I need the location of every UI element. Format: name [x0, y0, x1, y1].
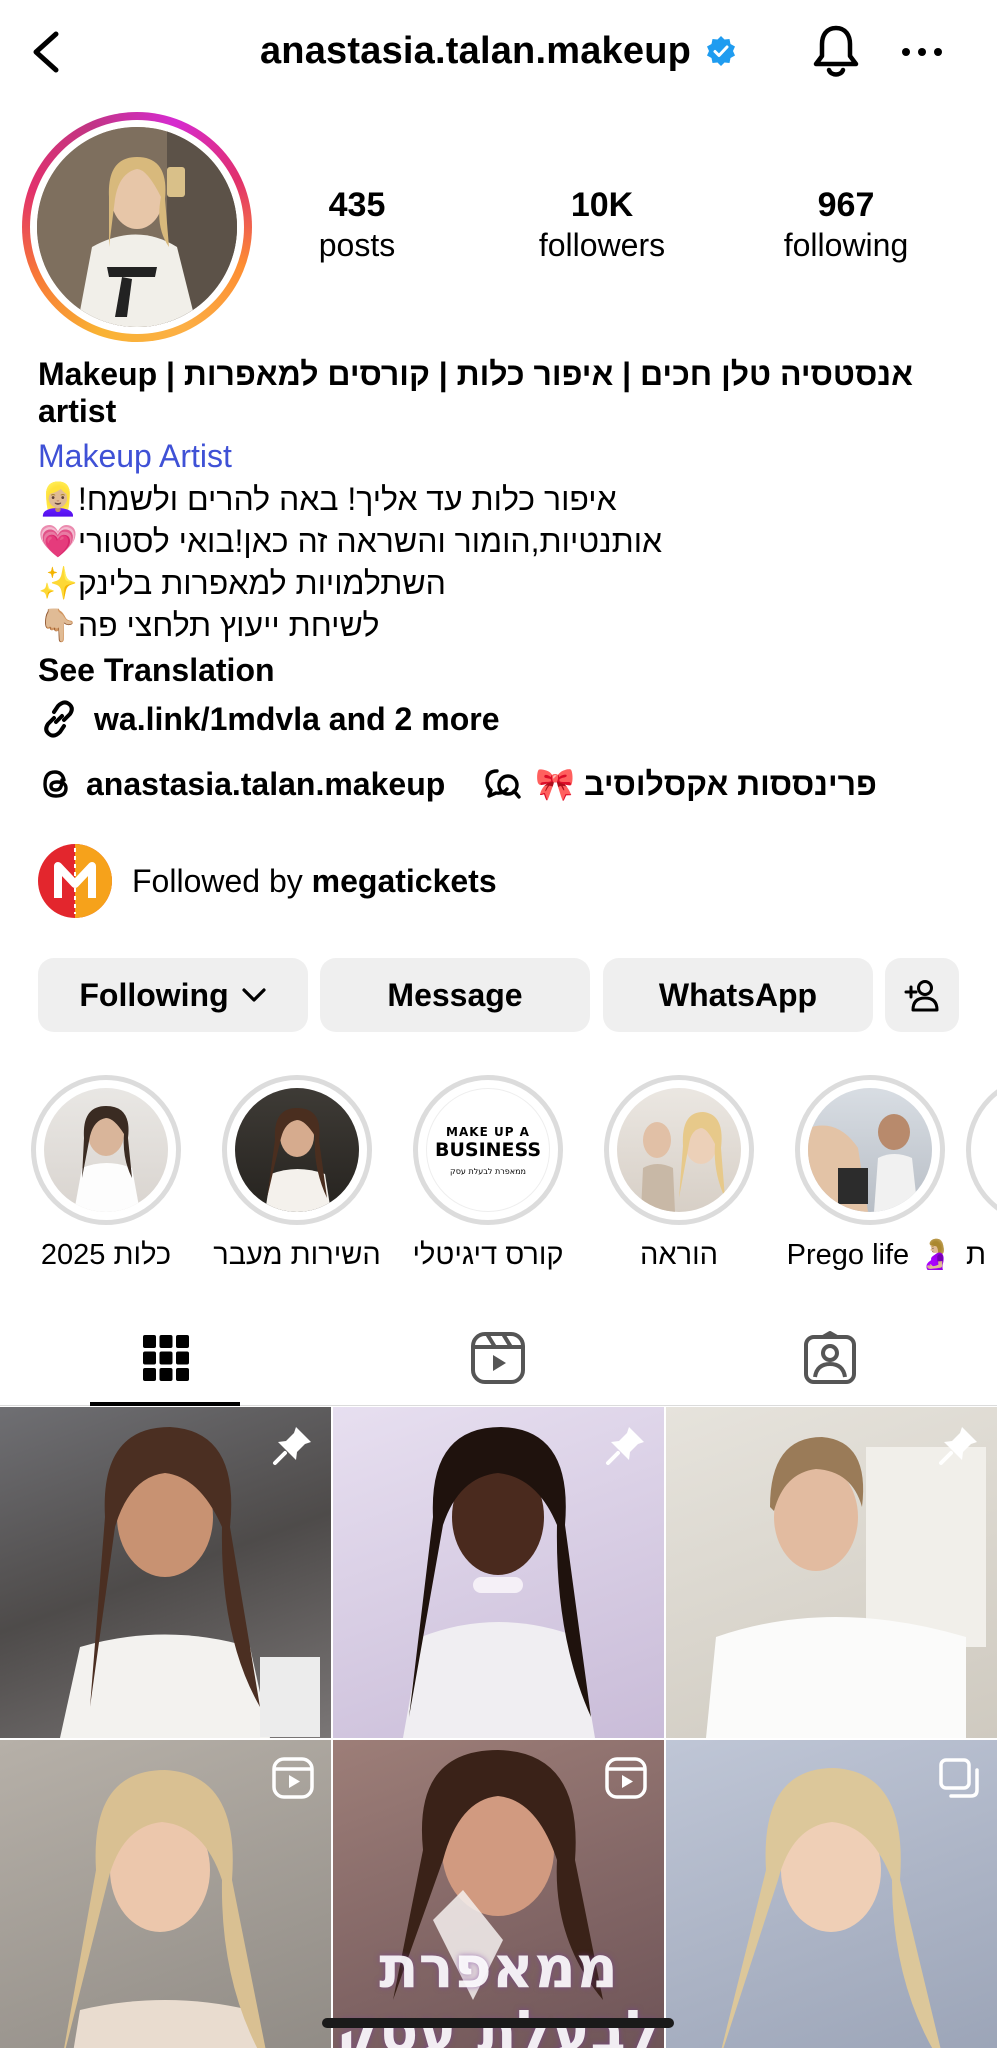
home-indicator — [322, 2018, 674, 2028]
post-thumbnail[interactable] — [0, 1740, 331, 2048]
whatsapp-button[interactable]: WhatsApp — [603, 958, 873, 1032]
following-stat[interactable]: 967 following — [746, 185, 946, 265]
tab-reels[interactable] — [332, 1310, 664, 1406]
following-button[interactable]: Following — [38, 958, 308, 1032]
tab-posts-grid[interactable] — [0, 1310, 332, 1406]
highlight-cover — [604, 1075, 754, 1225]
followers-stat[interactable]: 10K followers — [502, 185, 702, 265]
post-thumbnail[interactable] — [333, 1407, 664, 1738]
followers-count: 10K — [570, 186, 634, 224]
bio-line: איפור כלות עד אליך! באה להרים ולשמח!👱🏼‍♀… — [38, 481, 617, 517]
profile-name: אנסטסיה טלן חכים | איפור כלות | קורסים ל… — [38, 356, 913, 392]
story-highlight[interactable]: כלות 2025 — [11, 1075, 201, 1275]
highlight-cover — [222, 1075, 372, 1225]
following-button-label: Following — [79, 976, 229, 1013]
profile-content-tabs — [0, 1310, 997, 1406]
highlight-label: כלות 2025 — [40, 1239, 172, 1271]
message-button-label: Message — [387, 976, 523, 1013]
highlight-image — [808, 1114, 918, 1212]
business-logo-line3: ממאפרת לבעלת עסק — [450, 1167, 526, 1176]
bio-link[interactable]: wa.link/1mdvla and 2 more — [38, 696, 958, 742]
profile-bio: אנסטסיה טלן חכים | איפור כלות | קורסים ל… — [38, 356, 958, 742]
suggested-users-button[interactable] — [885, 958, 959, 1032]
pinned-icon — [273, 1427, 311, 1465]
link-text: wa.link/1mdvla and 2 more — [94, 700, 500, 737]
add-person-icon — [904, 980, 939, 1012]
threads-handle[interactable]: anastasia.talan.makeup — [86, 766, 445, 803]
story-highlight[interactable]: Prego life 🤰🏼 — [775, 1075, 965, 1275]
profile-category: Makeup Artist — [38, 438, 232, 474]
active-tab-indicator — [90, 1402, 240, 1406]
followed-by-prefix: Followed by — [132, 862, 303, 899]
profile-avatar[interactable] — [37, 127, 237, 327]
highlight-label: הוראה — [640, 1239, 718, 1271]
pinned-icon — [939, 1427, 977, 1465]
chevron-down-icon — [242, 988, 266, 1002]
highlight-image — [74, 1106, 140, 1212]
more-options-icon[interactable] — [896, 28, 948, 76]
highlight-cover — [31, 1075, 181, 1225]
notification-bell-icon[interactable] — [808, 22, 864, 80]
megatickets-avatar — [38, 844, 112, 918]
highlight-label: Prego life 🤰🏼 — [786, 1239, 954, 1271]
threads-and-community-row: anastasia.talan.makeup פרינססות אקסלוסיב… — [38, 760, 877, 808]
following-label: following — [783, 227, 909, 263]
post-thumbnail[interactable] — [666, 1740, 997, 2048]
story-highlight[interactable]: השירות מעבר — [202, 1075, 392, 1275]
story-highlight[interactable]: MAKE UP A BUSINESS ממאפרת לבעלת עסק קורס… — [393, 1075, 583, 1275]
followed-by-user: megatickets — [311, 862, 497, 899]
highlight-label: קורס דיגיטלי — [412, 1239, 564, 1271]
post-thumbnail[interactable]: ממאפרת לבעלת עסק — [333, 1740, 664, 2048]
story-highlight-partial[interactable]: ת — [966, 1075, 997, 1275]
highlight-label: השירות מעבר — [213, 1239, 381, 1271]
whatsapp-button-label: WhatsApp — [658, 976, 818, 1013]
overlay-line1: ממאפרת — [379, 1933, 618, 2001]
highlight-image — [265, 1108, 331, 1212]
link-icon — [44, 700, 74, 738]
profile-header: anastasia.talan.makeup — [0, 0, 997, 105]
followed-by-text: Followed by megatickets — [132, 863, 497, 900]
business-logo-line1: MAKE UP A — [446, 1125, 530, 1139]
highlight-cover — [966, 1075, 997, 1225]
see-translation-link[interactable]: See Translation — [38, 648, 958, 692]
story-highlight[interactable]: הוראה — [584, 1075, 774, 1275]
reel-overlay-text: ממאפרת לבעלת עסק — [333, 1935, 664, 2048]
tab-tagged[interactable] — [664, 1310, 996, 1406]
followers-label: followers — [538, 227, 666, 263]
reels-icon — [471, 1332, 525, 1384]
bio-line: לשיחת ייעוץ תלחצי פה👇🏼 — [38, 607, 380, 643]
verified-badge-icon — [707, 36, 736, 66]
post-thumbnail[interactable] — [0, 1407, 331, 1738]
tagged-icon — [804, 1331, 856, 1384]
bio-line: השתלמויות למאפרות בלינק✨ — [38, 565, 446, 601]
following-count: 967 — [817, 186, 875, 224]
posts-count: 435 — [328, 186, 386, 224]
post-thumbnail[interactable] — [666, 1407, 997, 1738]
username: anastasia.talan.makeup — [259, 29, 692, 72]
grid-icon — [143, 1335, 189, 1381]
threads-icon — [43, 770, 68, 798]
bio-line: אותנטיות,הומור והשראה זה כאן!בואי לסטורי… — [38, 523, 663, 559]
business-logo-line2: BUSINESS — [434, 1139, 542, 1161]
highlight-cover — [795, 1075, 945, 1225]
carousel-icon — [939, 1758, 979, 1798]
profile-name-continued: artist — [38, 393, 117, 429]
message-button[interactable]: Message — [320, 958, 590, 1032]
followed-by-row[interactable]: Followed by megatickets — [38, 843, 497, 919]
pinned-icon — [606, 1427, 644, 1465]
highlight-label: ת — [966, 1239, 987, 1271]
highlight-image — [641, 1112, 725, 1212]
reel-icon — [272, 1757, 314, 1799]
posts-stat[interactable]: 435 posts — [257, 185, 457, 265]
highlight-cover: MAKE UP A BUSINESS ממאפרת לבעלת עסק — [413, 1075, 563, 1225]
community-chat-icon — [485, 769, 521, 799]
community-channel[interactable]: פרינססות אקסלוסיב 🎀 — [535, 765, 877, 803]
posts-label: posts — [318, 227, 396, 263]
reel-icon — [605, 1757, 647, 1799]
